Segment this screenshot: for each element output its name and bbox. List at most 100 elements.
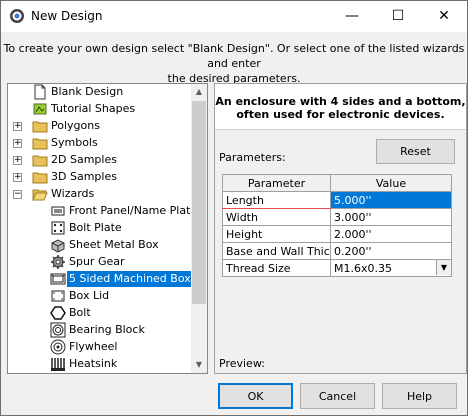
help-button[interactable]: Help [382, 383, 457, 409]
flywheel-icon [50, 339, 66, 355]
tree-item-label: Tutorial Shapes [51, 102, 136, 115]
folder-icon [32, 121, 48, 133]
instructions: To create your own design select "Blank … [1, 41, 467, 86]
minimize-button[interactable]: — [329, 1, 375, 32]
param-value-length[interactable]: 5.000'' [330, 191, 452, 209]
details-panel: An enclosure with 4 sides and a bottom, … [214, 83, 467, 374]
tree-list: Blank Design Tutorial Shapes + Polygons … [8, 84, 191, 373]
tree-item-5-sided-machined-box[interactable]: 5 Sided Machined Box [8, 271, 191, 287]
tree-item-label: Wizards [51, 187, 95, 200]
tree-item-label: Front Panel/Name Plate/ [69, 204, 191, 217]
hex-bolt-icon [50, 306, 66, 320]
gear-icon [51, 255, 65, 269]
sheet-box-icon [51, 239, 65, 253]
bolt-plate-icon [51, 221, 65, 235]
scroll-up-icon[interactable]: ▲ [191, 84, 207, 100]
bearing-icon [50, 322, 66, 338]
folder-icon [32, 138, 48, 150]
expand-icon[interactable]: + [13, 122, 22, 131]
tree-item-3d-samples[interactable]: + 3D Samples [8, 169, 191, 185]
expand-icon[interactable]: + [13, 139, 22, 148]
tree-item-2d-samples[interactable]: + 2D Samples [8, 152, 191, 168]
header-value: Value [330, 174, 452, 192]
parameters-grid: Parameter Value Length 5.000'' Width 3.0… [222, 174, 452, 277]
tree-item-symbols[interactable]: + Symbols [8, 135, 191, 151]
param-value-width[interactable]: 3.000'' [330, 208, 452, 226]
tree-item-spur-gear[interactable]: Spur Gear [8, 254, 191, 270]
blank-doc-icon [34, 84, 46, 100]
scroll-down-icon[interactable]: ▼ [191, 357, 207, 373]
new-design-dialog: New Design — ☐ ✕ To create your own desi… [0, 0, 468, 416]
param-row-width[interactable]: Width 3.000'' [222, 208, 452, 226]
expand-icon[interactable]: + [13, 156, 22, 165]
tutorial-icon [33, 103, 47, 115]
machined-box-icon [50, 273, 66, 285]
instructions-line-1: To create your own design select "Blank … [3, 42, 465, 70]
tree-item-label: Bearing Block [69, 323, 145, 336]
tree-item-label: Heatsink [69, 357, 118, 370]
param-row-thread-size[interactable]: Thread Size M1.6x0.35 ▼ [222, 259, 452, 277]
param-name: Length [222, 191, 331, 209]
param-value-thickness[interactable]: 0.200'' [330, 242, 452, 260]
preview-label: Preview: [219, 357, 265, 370]
param-row-length[interactable]: Length 5.000'' [222, 191, 452, 209]
tree-item-label: 5 Sided Machined Box [67, 271, 191, 287]
param-name: Width [222, 208, 331, 226]
title-bar: New Design — ☐ ✕ [1, 1, 467, 32]
app-icon [10, 9, 24, 23]
window-title: New Design [31, 9, 103, 23]
grid-header-row: Parameter Value [222, 174, 452, 192]
design-tree[interactable]: Blank Design Tutorial Shapes + Polygons … [7, 83, 208, 374]
expand-icon[interactable]: + [13, 173, 22, 182]
tree-item-front-panel[interactable]: Front Panel/Name Plate/ [8, 203, 191, 219]
maximize-button[interactable]: ☐ [375, 1, 421, 32]
reset-button[interactable]: Reset [376, 139, 455, 164]
cancel-button[interactable]: Cancel [300, 383, 375, 409]
param-name: Height [222, 225, 331, 243]
scroll-thumb[interactable] [192, 101, 206, 304]
tree-item-flywheel[interactable]: Flywheel [8, 339, 191, 355]
tree-item-box-lid[interactable]: Box Lid [8, 288, 191, 304]
tree-item-bearing-block[interactable]: Bearing Block [8, 322, 191, 338]
tree-item-bolt[interactable]: Bolt [8, 305, 191, 321]
heatsink-icon [51, 358, 65, 371]
description-line-1: An enclosure with 4 sides and a bottom, [215, 95, 466, 108]
tree-item-label: Bolt [69, 306, 91, 319]
tree-item-label: Bolt Plate [69, 221, 122, 234]
thread-size-select[interactable]: M1.6x0.35 ▼ [330, 259, 452, 277]
tree-item-heatsink[interactable]: Heatsink [8, 356, 191, 372]
tree-item-label: Symbols [51, 136, 98, 149]
param-name: Thread Size [222, 259, 331, 277]
ok-button[interactable]: OK [218, 383, 293, 409]
close-button[interactable]: ✕ [421, 1, 467, 32]
thread-size-value: M1.6x0.35 [334, 261, 392, 275]
tree-item-polygons[interactable]: + Polygons [8, 118, 191, 134]
collapse-icon[interactable]: − [13, 190, 22, 199]
wizard-description: An enclosure with 4 sides and a bottom, … [215, 84, 466, 130]
panel-icon [51, 206, 65, 216]
tree-item-sheet-metal-box[interactable]: Sheet Metal Box [8, 237, 191, 253]
description-line-2: often used for electronic devices. [236, 108, 445, 121]
folder-icon [32, 155, 48, 167]
tree-item-label: 2D Samples [51, 153, 117, 166]
header-parameter: Parameter [222, 174, 331, 192]
param-value-height[interactable]: 2.000'' [330, 225, 452, 243]
tree-item-label: Box Lid [69, 289, 110, 302]
tree-item-blank-design[interactable]: Blank Design [8, 84, 191, 100]
tree-item-wizards[interactable]: − Wizards [8, 186, 191, 202]
tree-item-bolt-plate[interactable]: Bolt Plate [8, 220, 191, 236]
tree-item-label: Spur Gear [69, 255, 125, 268]
param-row-height[interactable]: Height 2.000'' [222, 225, 452, 243]
parameters-label: Parameters: [219, 151, 286, 164]
param-name: Base and Wall Thickr [222, 242, 331, 260]
tree-item-label: Polygons [51, 119, 100, 132]
param-row-thickness[interactable]: Base and Wall Thickr 0.200'' [222, 242, 452, 260]
folder-icon [32, 172, 48, 184]
tree-item-tutorial-shapes[interactable]: Tutorial Shapes [8, 101, 191, 117]
tree-item-label: Flywheel [69, 340, 118, 353]
open-folder-icon [32, 189, 48, 201]
tree-scrollbar[interactable]: ▲ ▼ [191, 84, 207, 373]
tree-item-label: Sheet Metal Box [69, 238, 159, 251]
chevron-down-icon[interactable]: ▼ [436, 260, 451, 275]
box-lid-icon [51, 290, 65, 302]
